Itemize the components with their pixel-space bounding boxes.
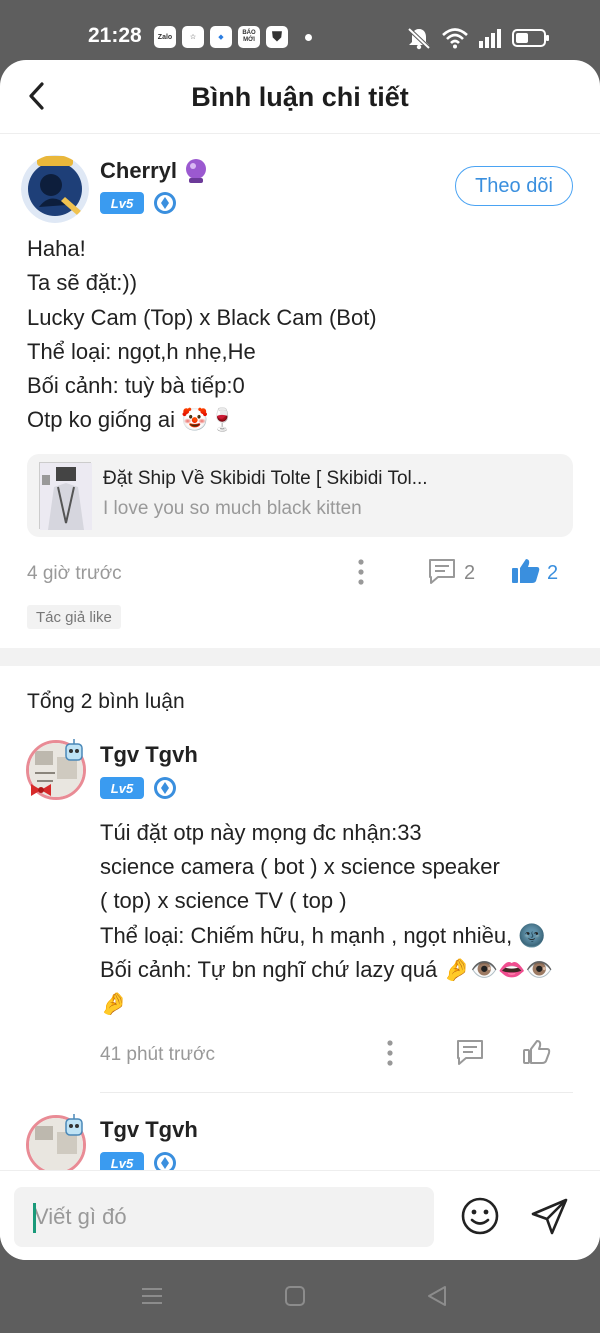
comment-author-name[interactable]: Tgv Tgvh [100,1117,198,1143]
header: Bình luận chi tiết [0,60,600,134]
section-divider [0,648,600,666]
comment-author-name[interactable]: Tgv Tgvh [100,742,198,768]
text-cursor [33,1203,36,1233]
comments-total: Tổng 2 bình luận [27,690,185,713]
mute-icon [407,27,431,50]
baomoi-app-icon: BÁO MỚI [238,26,260,48]
like-count: 2 [547,562,559,584]
level-badge: Lv5 [100,777,144,799]
story-cover-thumbnail [39,462,92,530]
zalo-app-icon: Zalo [154,26,176,48]
comment-input-bar [0,1170,600,1260]
story-subtitle: I love you so much black kitten [103,498,362,519]
post-line: Bối cảnh: tuỳ bà tiếp:0 [27,373,245,399]
robot-decoration-icon [65,1114,83,1136]
shield-app-icon: ⛊ [266,26,288,48]
comment-line: Bối cảnh: Tự bn nghĩ chứ lazy quá 🤌👁️👄👁️ [100,956,553,982]
home-icon[interactable] [283,1284,307,1308]
back-icon[interactable] [425,1284,449,1308]
post-time: 4 giờ trước [27,563,122,584]
thumbs-up-filled-icon[interactable] [511,557,541,585]
level-badge: Lv5 [100,192,144,214]
comment-line: Túi đặt otp này mọng đc nhận:33 [100,820,422,845]
bow-decoration-icon [31,784,51,796]
more-options-icon[interactable] [356,558,366,586]
recent-apps-icon[interactable] [140,1284,164,1308]
follow-button[interactable]: Theo dõi [455,166,573,206]
notification-icons: Zalo ☆ ◆ BÁO MỚI ⛊ [154,26,288,48]
page-title: Bình luận chi tiết [191,82,409,112]
story-title: Đặt Ship Về Skibidi Tolte [ Skibidi Tol.… [103,468,428,489]
signal-icon [479,29,501,48]
more-options-icon[interactable] [385,1039,395,1067]
comment-input[interactable] [14,1187,434,1247]
diamond-app-icon: ◆ [210,26,232,48]
status-time: 21:28 [88,24,142,47]
comment-line: 🤌 [100,991,128,1017]
post-line: Haha! [27,236,86,261]
crystal-ball-icon [186,159,206,183]
thumbs-up-icon[interactable] [522,1038,552,1066]
comment-line: science camera ( bot ) x science speaker [100,854,500,880]
comment-separator [100,1092,573,1093]
robot-decoration-icon [65,739,83,761]
post-line: Thể loại: ngọt,h nhẹ,He [27,338,256,364]
notification-dot-icon [305,34,312,41]
battery-icon [512,29,549,47]
post-line: Otp ko giống ai 🤡🍷 [27,407,236,433]
reply-icon[interactable] [455,1038,485,1066]
comment-detail-screen: Bình luận chi tiết Cherryl Lv5 Theo dõi … [0,60,600,1260]
post-body: Haha! Ta sẽ đặt:)) Lucky Cam (Top) x Bla… [27,232,377,438]
shield-badge-icon [154,192,176,214]
shield-badge-icon [154,777,176,799]
comment-line: Thể loại: Chiếm hữu, h mạnh , ngọt nhiều… [100,922,546,948]
comment-line: ( top) x science TV ( top ) [100,888,347,914]
linked-story-card[interactable]: Đặt Ship Về Skibidi Tolte [ Skibidi Tol.… [27,454,573,537]
system-navigation-bar [0,1262,600,1333]
author-liked-tag: Tác giả like [27,605,121,629]
comment-body: Túi đặt otp này mọng đc nhận:33 science … [100,816,553,1021]
send-icon[interactable] [530,1196,570,1236]
comment-count: 2 [464,562,476,584]
comment-icon[interactable] [427,557,457,585]
system-status-icons [406,26,550,50]
emoji-icon[interactable] [460,1196,500,1236]
star-app-icon: ☆ [182,26,204,48]
post-line: Ta sẽ đặt:)) [27,270,138,296]
comment-time: 41 phút trước [100,1044,215,1065]
post-author-avatar[interactable] [21,155,89,223]
post-author-name[interactable]: Cherryl [100,158,177,184]
wifi-icon [442,28,468,49]
post-line: Lucky Cam (Top) x Black Cam (Bot) [27,304,377,330]
